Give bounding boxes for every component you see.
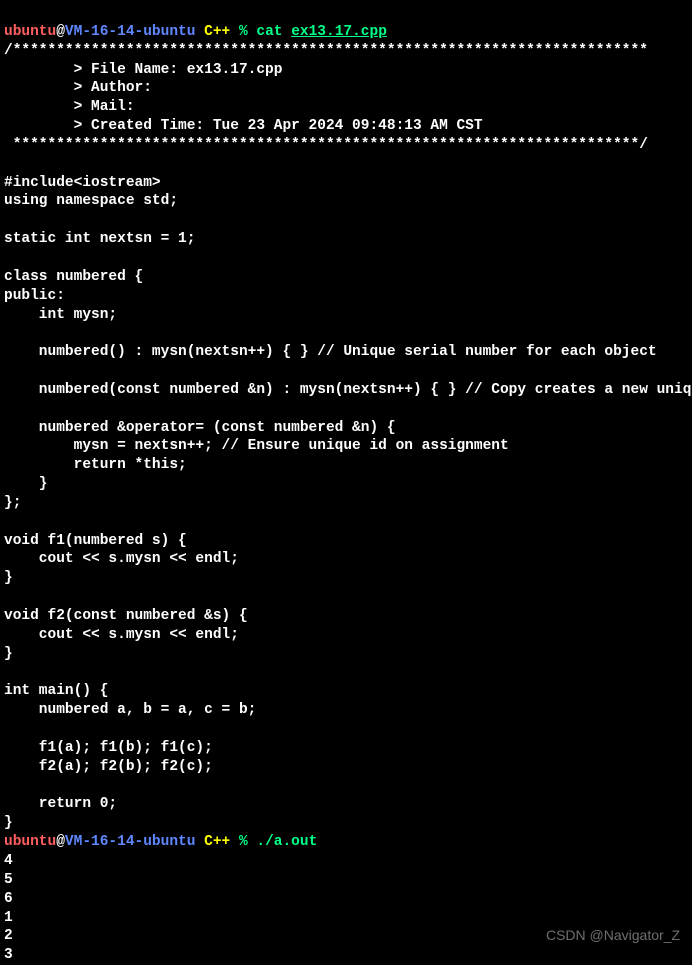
prompt-host: VM-16-14-ubuntu [65,834,196,850]
code-line: }; [4,495,21,511]
code-line: numbered(const numbered &n) : mysn(nexts… [4,382,692,398]
code-line: public: [4,288,65,304]
code-line: void f2(const numbered &s) { [4,608,248,624]
prompt-at: @ [56,834,65,850]
code-line: #include<iostream> [4,175,161,191]
code-line: return 0; [4,796,117,812]
code-line: > File Name: ex13.17.cpp [4,62,282,78]
watermark: CSDN @Navigator_Z [546,926,680,944]
prompt-sep: % [239,834,256,850]
output-line: 3 [4,947,13,963]
prompt-line-1: ubuntu@VM-16-14-ubuntu C++ % cat ex13.17… [4,24,387,40]
prompt-dir: C++ [195,24,239,40]
code-line: } [4,476,48,492]
prompt-dir: C++ [195,834,239,850]
code-line: } [4,815,13,831]
code-line: numbered a, b = a, c = b; [4,702,256,718]
prompt-line-2: ubuntu@VM-16-14-ubuntu C++ % ./a.out [4,834,317,850]
code-line: > Mail: [4,99,135,115]
output-line: 4 [4,853,13,869]
code-line: class numbered { [4,269,143,285]
code-line: f1(a); f1(b); f1(c); [4,740,213,756]
prompt-at: @ [56,24,65,40]
code-line: numbered &operator= (const numbered &n) … [4,420,396,436]
output-line: 5 [4,872,13,888]
output-line: 2 [4,928,13,944]
code-line: /***************************************… [4,43,648,59]
code-line: ****************************************… [4,137,648,153]
code-line: } [4,570,13,586]
code-line: return *this; [4,457,187,473]
code-line: int mysn; [4,307,117,323]
prompt-user: ubuntu [4,24,56,40]
code-line: void f1(numbered s) { [4,533,187,549]
code-line: mysn = nextsn++; // Ensure unique id on … [4,438,509,454]
output-line: 6 [4,891,13,907]
code-line: static int nextsn = 1; [4,231,195,247]
cat-argument: ex13.17.cpp [291,24,387,40]
code-line: > Author: [4,80,152,96]
output-line: 1 [4,910,13,926]
code-line: cout << s.mysn << endl; [4,551,239,567]
code-line: numbered() : mysn(nextsn++) { } // Uniqu… [4,344,657,360]
code-line: using namespace std; [4,193,178,209]
prompt-sep: % [239,24,256,40]
run-command: ./a.out [256,834,317,850]
prompt-user: ubuntu [4,834,56,850]
code-line: int main() { [4,683,108,699]
code-line: cout << s.mysn << endl; [4,627,239,643]
code-line: > Created Time: Tue 23 Apr 2024 09:48:13… [4,118,483,134]
code-line: f2(a); f2(b); f2(c); [4,759,213,775]
code-line: } [4,646,13,662]
prompt-host: VM-16-14-ubuntu [65,24,196,40]
cat-command: cat [256,24,291,40]
terminal-output: ubuntu@VM-16-14-ubuntu C++ % cat ex13.17… [4,4,688,965]
